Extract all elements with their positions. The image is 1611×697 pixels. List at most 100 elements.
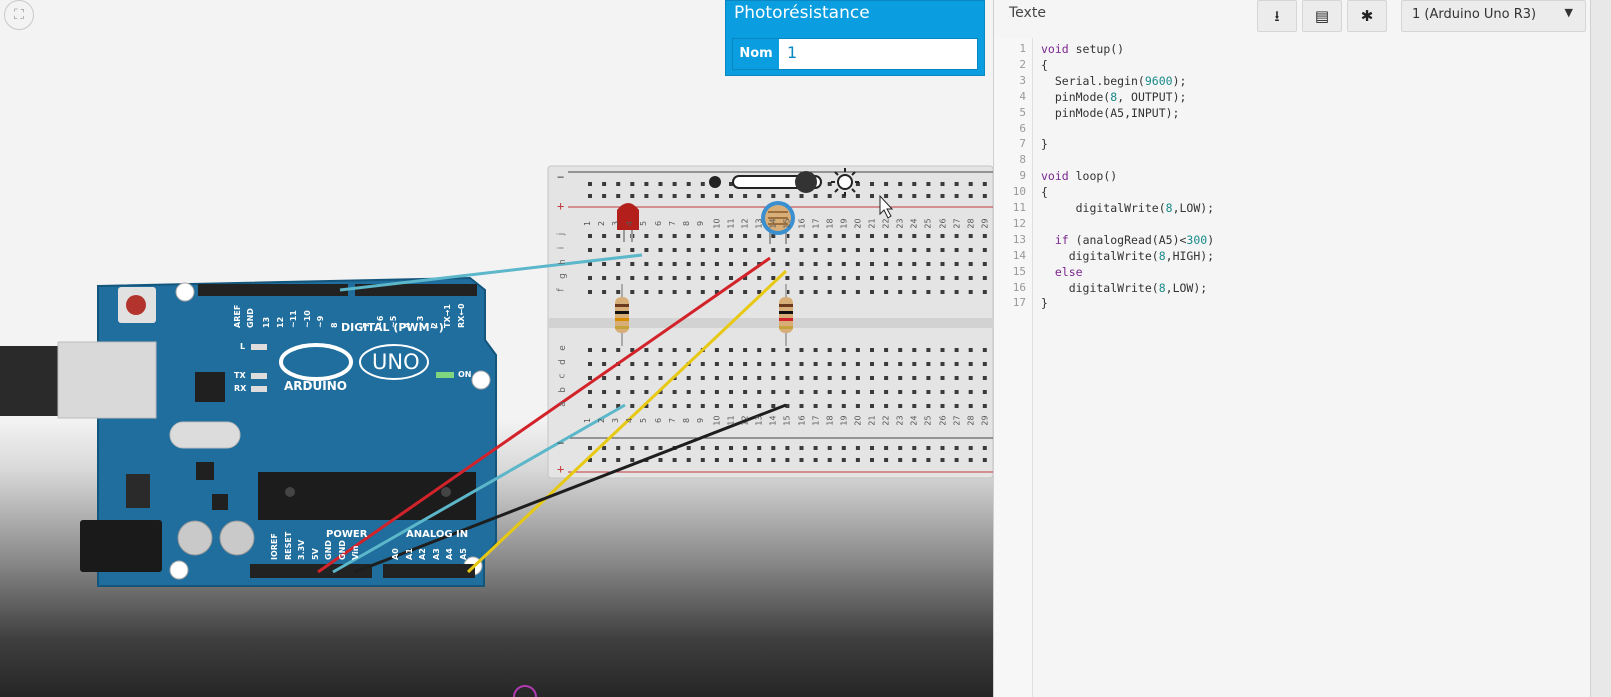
breadboard-hole[interactable] <box>884 376 889 380</box>
breadboard-hole[interactable] <box>616 376 621 380</box>
rail-hole[interactable] <box>898 182 903 186</box>
breadboard-hole[interactable] <box>714 234 719 238</box>
breadboard-hole[interactable] <box>644 234 649 238</box>
rail-hole[interactable] <box>771 194 776 198</box>
breadboard-hole[interactable] <box>827 262 832 266</box>
rail-hole[interactable] <box>926 446 931 450</box>
breadboard-hole[interactable] <box>841 376 846 380</box>
breadboard-hole[interactable] <box>616 290 621 294</box>
breadboard-hole[interactable] <box>630 376 635 380</box>
rail-hole[interactable] <box>686 194 691 198</box>
rail-hole[interactable] <box>644 194 649 198</box>
breadboard-hole[interactable] <box>982 262 987 266</box>
breadboard-hole[interactable] <box>602 276 607 280</box>
breadboard-hole[interactable] <box>870 376 874 380</box>
breadboard-hole[interactable] <box>982 362 987 366</box>
rail-hole[interactable] <box>602 446 607 450</box>
breadboard-hole[interactable] <box>954 276 959 280</box>
breadboard-hole[interactable] <box>602 404 607 408</box>
rail-hole[interactable] <box>672 458 677 462</box>
rail-hole[interactable] <box>841 458 846 462</box>
rail-hole[interactable] <box>870 446 874 450</box>
rail-hole[interactable] <box>855 458 860 462</box>
rail-hole[interactable] <box>602 194 607 198</box>
rail-hole[interactable] <box>616 446 621 450</box>
breadboard-hole[interactable] <box>771 362 776 366</box>
breadboard-hole[interactable] <box>714 262 719 266</box>
rail-hole[interactable] <box>700 182 705 186</box>
breadboard-hole[interactable] <box>644 376 649 380</box>
breadboard-hole[interactable] <box>968 390 973 394</box>
library-icon[interactable]: ▤ <box>1302 0 1342 32</box>
code-line[interactable]: pinMode(A5,INPUT); <box>1041 106 1180 120</box>
breadboard-hole[interactable] <box>785 376 790 380</box>
rail-hole[interactable] <box>658 194 663 198</box>
rail-hole[interactable] <box>630 194 635 198</box>
breadboard-hole[interactable] <box>855 362 860 366</box>
breadboard-hole[interactable] <box>799 234 804 238</box>
breadboard-hole[interactable] <box>968 290 973 294</box>
breadboard-hole[interactable] <box>926 234 931 238</box>
breadboard-hole[interactable] <box>602 348 607 352</box>
breadboard-hole[interactable] <box>898 404 903 408</box>
rail-hole[interactable] <box>926 458 931 462</box>
rail-hole[interactable] <box>616 182 621 186</box>
breadboard-hole[interactable] <box>799 290 804 294</box>
breadboard-hole[interactable] <box>658 248 663 252</box>
breadboard-hole[interactable] <box>714 348 719 352</box>
breadboard-hole[interactable] <box>954 234 959 238</box>
breadboard-hole[interactable] <box>884 234 889 238</box>
breadboard-hole[interactable] <box>799 348 804 352</box>
breadboard-hole[interactable] <box>672 390 677 394</box>
rail-hole[interactable] <box>870 194 874 198</box>
breadboard-hole[interactable] <box>912 404 917 408</box>
breadboard-hole[interactable] <box>630 276 635 280</box>
code-line[interactable]: pinMode(8, OUTPUT); <box>1041 90 1187 104</box>
code-line[interactable]: Serial.begin(9600); <box>1041 74 1187 88</box>
rail-hole[interactable] <box>799 194 804 198</box>
rail-hole[interactable] <box>658 446 663 450</box>
breadboard-hole[interactable] <box>729 276 733 280</box>
breadboard-hole[interactable] <box>785 248 790 252</box>
breadboard-hole[interactable] <box>714 390 719 394</box>
breadboard-hole[interactable] <box>884 348 889 352</box>
breadboard-hole[interactable] <box>926 290 931 294</box>
breadboard-hole[interactable] <box>968 348 973 352</box>
breadboard-hole[interactable] <box>954 404 959 408</box>
breadboard-hole[interactable] <box>898 348 903 352</box>
breadboard-hole[interactable] <box>700 234 705 238</box>
breadboard-hole[interactable] <box>912 234 917 238</box>
code-line[interactable]: { <box>1041 185 1048 199</box>
breadboard-hole[interactable] <box>658 276 663 280</box>
rail-hole[interactable] <box>968 194 973 198</box>
breadboard-hole[interactable] <box>686 276 691 280</box>
breadboard-hole[interactable] <box>644 348 649 352</box>
breadboard-hole[interactable] <box>968 376 973 380</box>
breadboard-hole[interactable] <box>743 362 748 366</box>
breadboard-hole[interactable] <box>757 248 762 252</box>
breadboard-hole[interactable] <box>588 404 592 408</box>
rail-hole[interactable] <box>686 182 691 186</box>
breadboard-hole[interactable] <box>714 248 719 252</box>
rail-hole[interactable] <box>954 194 959 198</box>
breadboard-hole[interactable] <box>827 362 832 366</box>
breadboard-hole[interactable] <box>757 404 762 408</box>
breadboard-hole[interactable] <box>940 390 945 394</box>
breadboard-hole[interactable] <box>658 290 663 294</box>
breadboard-hole[interactable] <box>714 376 719 380</box>
breadboard-hole[interactable] <box>672 362 677 366</box>
rail-hole[interactable] <box>912 458 917 462</box>
breadboard-hole[interactable] <box>940 276 945 280</box>
breadboard-hole[interactable] <box>686 262 691 266</box>
breadboard-hole[interactable] <box>700 362 705 366</box>
rail-hole[interactable] <box>757 194 762 198</box>
rail-hole[interactable] <box>588 182 592 186</box>
breadboard-hole[interactable] <box>841 248 846 252</box>
rail-hole[interactable] <box>771 446 776 450</box>
breadboard-hole[interactable] <box>602 376 607 380</box>
breadboard-hole[interactable] <box>940 290 945 294</box>
breadboard-hole[interactable] <box>926 348 931 352</box>
rail-hole[interactable] <box>940 446 945 450</box>
breadboard-hole[interactable] <box>785 362 790 366</box>
rail-hole[interactable] <box>672 182 677 186</box>
